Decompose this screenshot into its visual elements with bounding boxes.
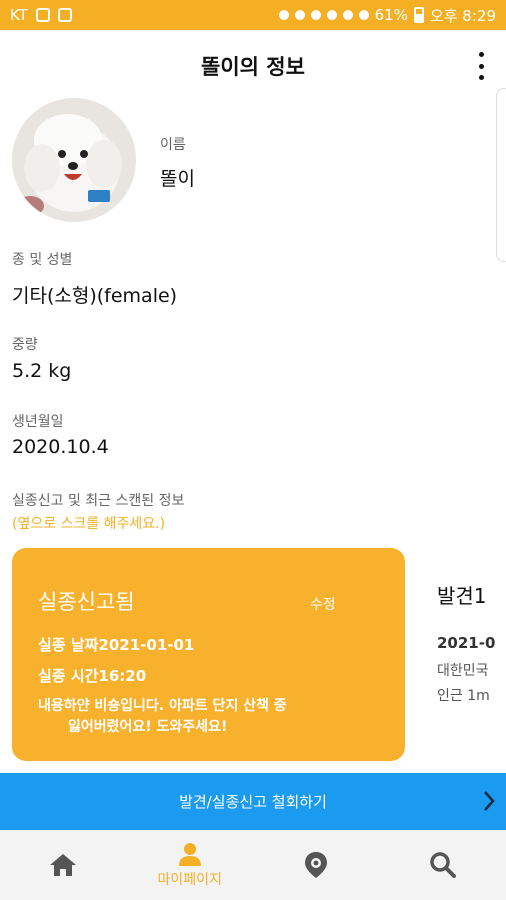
search-icon	[430, 852, 456, 878]
found-address-line-1: 대한민국	[437, 663, 489, 679]
home-icon	[50, 854, 77, 876]
app-bar: 똘이의 정보	[0, 30, 506, 102]
signal-icon	[358, 10, 369, 20]
missing-time: 실종 시간16:20	[38, 667, 147, 685]
location-icon	[278, 10, 289, 20]
found-address-line-2: 인근 1m	[437, 688, 490, 704]
withdraw-report-label: 발견/실종신고 철회하기	[179, 793, 327, 811]
page-title: 똘이의 정보	[201, 55, 305, 79]
nav-search[interactable]	[380, 830, 506, 900]
missing-card-title: 실종신고됨	[38, 590, 135, 614]
more-options-icon[interactable]	[476, 52, 486, 80]
side-card-peek	[496, 88, 506, 262]
carrier-label: KT	[10, 6, 28, 24]
location-pin-icon	[305, 852, 328, 878]
person-icon	[178, 843, 201, 866]
report-cards-scroller[interactable]: 실종신고됨 수정 실종 날짜2021-01-01 실종 시간16:20 내용하얀…	[0, 548, 506, 763]
name-value: 똘이	[160, 168, 195, 190]
pet-avatar	[12, 98, 136, 222]
birth-value: 2020.10.4	[12, 436, 109, 458]
image-icon	[57, 8, 72, 22]
nav-mypage-label: 마이페이지	[157, 872, 222, 888]
bluetooth-icon	[294, 10, 305, 20]
alarm-icon	[326, 10, 337, 20]
missing-report-card[interactable]: 실종신고됨 수정 실종 날짜2021-01-01 실종 시간16:20 내용하얀…	[12, 548, 405, 761]
missing-date: 실종 날짜2021-01-01	[38, 636, 195, 654]
found-report-card[interactable]: 발견1 2021-0 대한민국 인근 1m	[437, 548, 506, 761]
mute-icon	[310, 10, 321, 20]
status-right: 61% 오후 8:29	[278, 5, 496, 26]
clock: 오후 8:29	[429, 6, 496, 25]
status-left: KT	[10, 6, 72, 24]
battery-icon	[413, 7, 424, 23]
bottom-nav: 마이페이지	[0, 830, 506, 900]
scroll-hint: (옆으로 스크롤 해주세요.)	[12, 516, 166, 532]
found-card-title: 발견1	[437, 584, 487, 608]
nav-home[interactable]	[0, 830, 127, 900]
notification-icon	[35, 8, 50, 22]
withdraw-report-button[interactable]: 발견/실종신고 철회하기	[0, 773, 506, 830]
edit-button[interactable]: 수정	[310, 594, 336, 614]
species-value: 기타(소형)(female)	[12, 285, 178, 307]
nav-mypage[interactable]: 마이페이지	[127, 830, 254, 900]
status-bar: KT 61% 오후 8:29	[0, 0, 506, 30]
birth-label: 생년월일	[12, 414, 64, 430]
species-label: 종 및 성별	[12, 252, 73, 268]
description-line-2: 잃어버렸어요! 도와주세요!	[68, 719, 228, 735]
weight-label: 중량	[12, 337, 38, 353]
missing-description: 내용하얀 비숑입니다. 아파트 단지 산책 중 잃어버렸어요! 도와주세요!	[38, 696, 368, 738]
report-section-label: 실종신고 및 최근 스캔된 정보	[12, 493, 185, 509]
weight-value: 5.2 kg	[12, 360, 72, 382]
wifi-icon	[342, 10, 353, 20]
battery-percent: 61%	[374, 6, 408, 24]
chevron-right-icon	[484, 791, 495, 811]
found-date: 2021-0	[437, 634, 496, 652]
nav-map[interactable]	[253, 830, 380, 900]
name-label: 이름	[160, 137, 186, 153]
description-line-1: 내용하얀 비숑입니다. 아파트 단지 산책 중	[38, 698, 287, 714]
